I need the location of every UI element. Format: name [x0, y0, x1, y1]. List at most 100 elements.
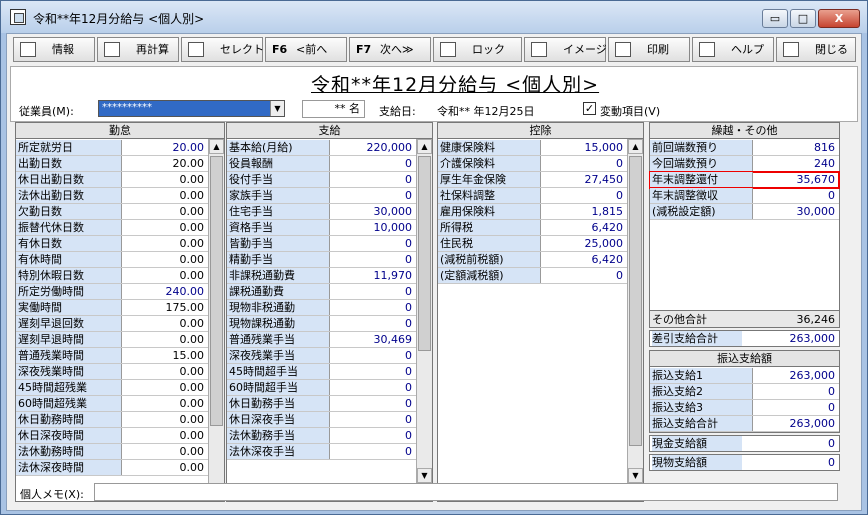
scroll-down-icon[interactable]: ▼ [628, 468, 643, 483]
employee-select[interactable]: ********** ▼ [98, 100, 285, 117]
deductions-row-value[interactable]: 0 [541, 188, 627, 203]
attendance-row-value[interactable]: 0.00 [122, 332, 208, 347]
toolbar-button-6[interactable]: イメージ [524, 37, 607, 62]
payments-row-value[interactable]: 0 [330, 412, 416, 427]
vertical-scrollbar[interactable]: ▲▼ [627, 139, 643, 483]
scroll-up-icon[interactable]: ▲ [628, 139, 643, 154]
deductions-row-value[interactable]: 6,420 [541, 252, 627, 267]
attendance-row-value[interactable]: 240.00 [122, 284, 208, 299]
toolbar-button-4[interactable]: F7 次へ≫ [349, 37, 431, 62]
payments-row-value[interactable]: 0 [330, 188, 416, 203]
payments-row-value[interactable]: 220,000 [330, 140, 416, 155]
transfer-row-value[interactable]: 0 [753, 400, 839, 415]
scroll-thumb[interactable] [418, 156, 431, 351]
attendance-panel: 勤怠 所定就労日 20.00 出勤日数 20.00 休日出勤日数 0.00 法休出勤日数 0.… [15, 122, 225, 502]
attendance-row-value[interactable]: 0.00 [122, 236, 208, 251]
toolbar-button-1[interactable]: 再計算 [97, 37, 179, 62]
toolbar-button-2[interactable]: セレクト [181, 37, 264, 62]
carry-row-value[interactable]: 816 [753, 140, 839, 155]
payments-row-value[interactable]: 0 [330, 172, 416, 187]
payments-row-value[interactable]: 0 [330, 428, 416, 443]
attendance-row-value[interactable]: 0.00 [122, 316, 208, 331]
toolbar-button-5[interactable]: ロック [433, 37, 522, 62]
transfer-row-value[interactable]: 263,000 [753, 416, 839, 431]
attendance-row-value[interactable]: 0.00 [122, 172, 208, 187]
deductions-row-value[interactable]: 6,420 [541, 220, 627, 235]
deductions-row-value[interactable]: 1,815 [541, 204, 627, 219]
attendance-row-value[interactable]: 0.00 [122, 428, 208, 443]
attendance-row-value[interactable]: 0.00 [122, 396, 208, 411]
variable-items-label[interactable]: 変動項目(V) [600, 103, 660, 119]
toolbar-button-7[interactable]: 印刷 [608, 37, 690, 62]
attendance-row-value[interactable]: 20.00 [122, 156, 208, 171]
carry-row-value[interactable]: 240 [753, 156, 839, 171]
attendance-row-value[interactable]: 0.00 [122, 380, 208, 395]
paydate-label: 支給日: [379, 105, 416, 118]
attendance-row-value[interactable]: 0.00 [122, 188, 208, 203]
payments-row-label: 法休勤務手当 [227, 428, 330, 443]
scroll-up-icon[interactable]: ▲ [209, 139, 224, 154]
toolbar-button-9[interactable]: 閉じる [776, 37, 856, 62]
close-button[interactable]: X [818, 9, 860, 28]
payments-row-value[interactable]: 0 [330, 396, 416, 411]
attendance-row-value[interactable]: 175.00 [122, 300, 208, 315]
variable-items-checkbox[interactable]: ✓ [583, 102, 596, 115]
vertical-scrollbar[interactable]: ▲▼ [416, 139, 432, 483]
payments-row-value[interactable]: 30,000 [330, 204, 416, 219]
attendance-row-value[interactable]: 0.00 [122, 220, 208, 235]
attendance-row-value[interactable]: 0.00 [122, 268, 208, 283]
payments-row-value[interactable]: 0 [330, 380, 416, 395]
transfer-row-value[interactable]: 0 [753, 384, 839, 399]
attendance-row-label: 法休出勤日数 [16, 188, 122, 203]
deductions-row-value[interactable]: 0 [541, 268, 627, 283]
help-icon [699, 42, 715, 57]
memo-input[interactable] [94, 483, 838, 501]
carry-row-value[interactable]: 35,670 [753, 172, 839, 187]
payments-row-value[interactable]: 0 [330, 236, 416, 251]
deductions-row-label: 所得税 [438, 220, 541, 235]
toolbar-button-3[interactable]: F6 <前へ [265, 37, 347, 62]
chevron-down-icon[interactable]: ▼ [270, 101, 284, 116]
payments-row-value[interactable]: 0 [330, 284, 416, 299]
transfer-row-value[interactable]: 263,000 [753, 368, 839, 383]
attendance-row-label: 深夜残業時間 [16, 364, 122, 379]
deductions-panel: 控除 健康保険料 15,000 介護保険料 0 厚生年金保険 27,450 社保料調整 0 雇用… [437, 122, 644, 502]
deductions-row-value[interactable]: 25,000 [541, 236, 627, 251]
payments-row-value[interactable]: 30,469 [330, 332, 416, 347]
attendance-row-value[interactable]: 0.00 [122, 204, 208, 219]
payments-row-value[interactable]: 0 [330, 252, 416, 267]
scroll-thumb[interactable] [210, 156, 223, 426]
payments-row-value[interactable]: 0 [330, 156, 416, 171]
attendance-row: 45時間超残業 0.00 [16, 380, 208, 396]
maximize-button[interactable]: □ [790, 9, 816, 28]
vertical-scrollbar[interactable]: ▲▼ [208, 139, 224, 500]
deductions-row-value[interactable]: 0 [541, 156, 627, 171]
payments-row-value[interactable]: 0 [330, 316, 416, 331]
deductions-row-value[interactable]: 15,000 [541, 140, 627, 155]
carry-row-value[interactable]: 30,000 [753, 204, 839, 219]
payments-row-value[interactable]: 0 [330, 300, 416, 315]
deductions-row-value[interactable]: 27,450 [541, 172, 627, 187]
payments-row-value[interactable]: 11,970 [330, 268, 416, 283]
attendance-row-value[interactable]: 0.00 [122, 444, 208, 459]
attendance-row-value[interactable]: 0.00 [122, 364, 208, 379]
minimize-button[interactable]: ▭ [762, 9, 788, 28]
attendance-row-value[interactable]: 0.00 [122, 412, 208, 427]
payments-row-value[interactable]: 0 [330, 444, 416, 459]
attendance-row-value[interactable]: 15.00 [122, 348, 208, 363]
carry-row-value[interactable]: 0 [753, 188, 839, 203]
scroll-down-icon[interactable]: ▼ [417, 468, 432, 483]
toolbar-button-0[interactable]: 情報 [13, 37, 95, 62]
attendance-row-value[interactable]: 0.00 [122, 252, 208, 267]
payments-row-value[interactable]: 0 [330, 348, 416, 363]
attendance-row: 有休時間 0.00 [16, 252, 208, 268]
attendance-row: 休日勤務時間 0.00 [16, 412, 208, 428]
attendance-row-value[interactable]: 0.00 [122, 460, 208, 475]
attendance-row-value[interactable]: 20.00 [122, 140, 208, 155]
payments-row-value[interactable]: 10,000 [330, 220, 416, 235]
toolbar-button-8[interactable]: ヘルプ [692, 37, 774, 62]
scroll-thumb[interactable] [629, 156, 642, 446]
payments-row-value[interactable]: 0 [330, 364, 416, 379]
attendance-row-label: 有休日数 [16, 236, 122, 251]
scroll-up-icon[interactable]: ▲ [417, 139, 432, 154]
